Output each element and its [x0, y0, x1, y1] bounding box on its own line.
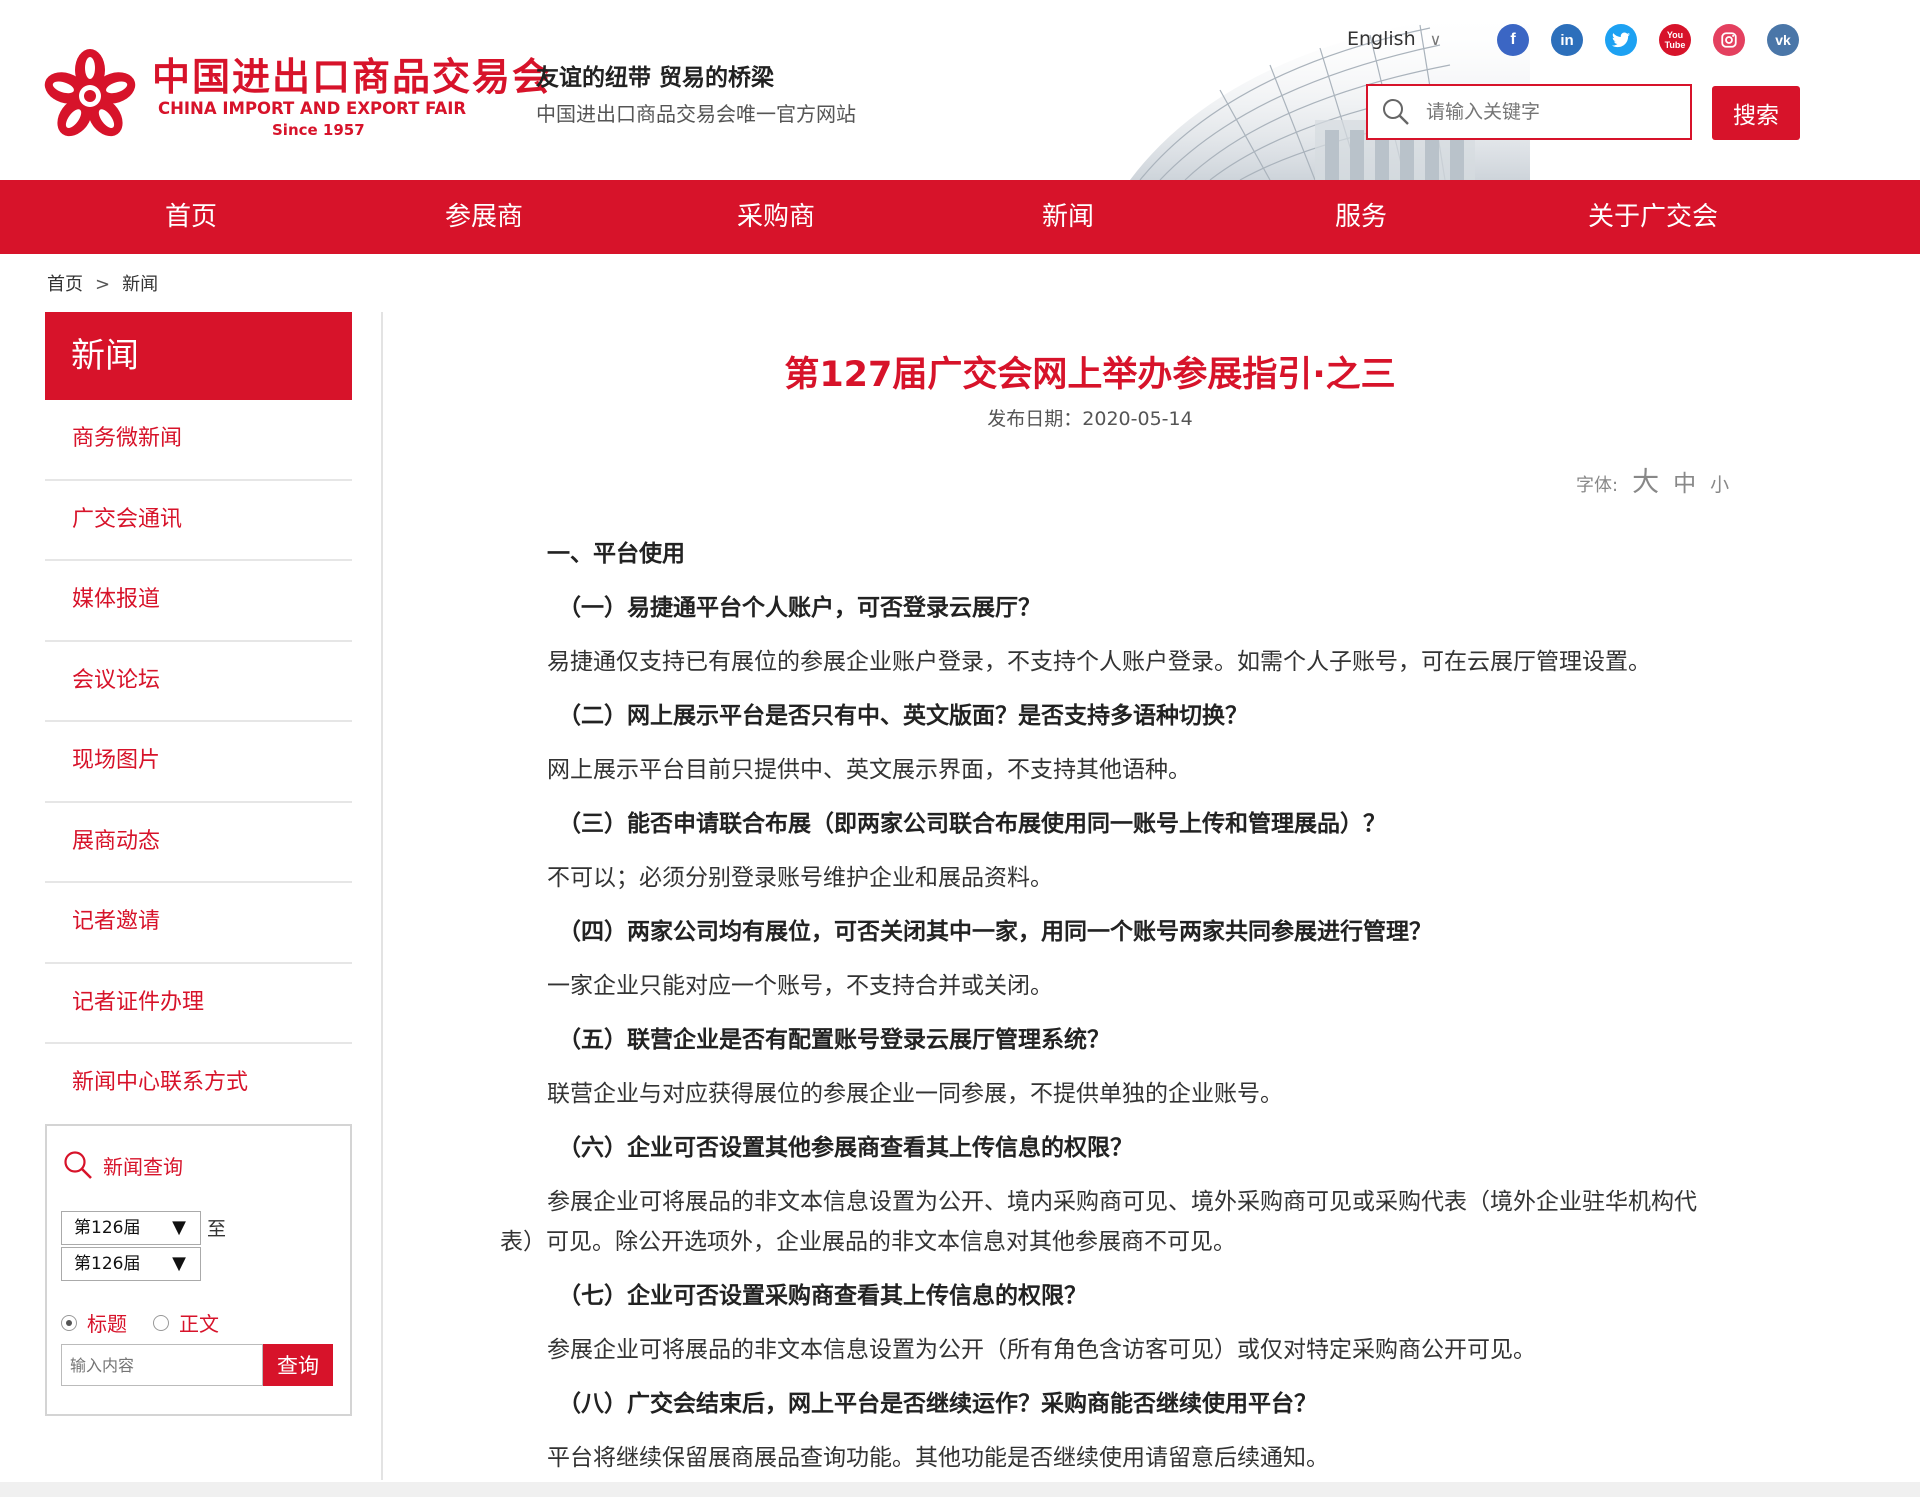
breadcrumb-separator: > [95, 274, 111, 295]
answer: 联营企业与对应获得展位的参展企业一同参展，不提供单独的企业账号。 [547, 1081, 1283, 1107]
site-header: 中国进出口商品交易会 CHINA IMPORT AND EXPORT FAIR … [0, 0, 1920, 180]
news-query-panel: 新闻查询 第126届 ▼ 至 第126届 ▼ 标题 正文 查询 [45, 1124, 352, 1416]
answer: 一家企业只能对应一个账号，不支持合并或关闭。 [547, 973, 1053, 999]
breadcrumb-current[interactable]: 新闻 [122, 274, 158, 295]
session-to-select[interactable]: 第126届 ▼ [61, 1247, 201, 1281]
sidebar-item-business-news[interactable]: 商务微新闻 [45, 400, 352, 481]
news-query-button[interactable]: 查询 [263, 1344, 333, 1386]
nav-about[interactable]: 关于广交会 [1533, 180, 1773, 254]
sidebar-item-exhibitor-news[interactable]: 展商动态 [45, 803, 352, 883]
answer: 不可以；必须分别登录账号维护企业和展品资料。 [547, 865, 1053, 891]
breadcrumb-home[interactable]: 首页 [47, 274, 83, 295]
section-heading: 一、平台使用 [547, 541, 685, 567]
news-query-label: 新闻查询 [103, 1154, 183, 1179]
page-bottom-strip [0, 1482, 1920, 1497]
question: （八）广交会结束后，网上平台是否继续运作？采购商能否继续使用平台？ [558, 1391, 1317, 1417]
article-date: 发布日期：2020-05-14 [987, 408, 1193, 430]
nav-services[interactable]: 服务 [1241, 180, 1481, 254]
font-size-large[interactable]: 大 [1632, 460, 1659, 499]
sidebar-item-fair-newsletter[interactable]: 广交会通讯 [45, 481, 352, 561]
question: （七）企业可否设置采购商查看其上传信息的权限？ [558, 1283, 1087, 1309]
site-subslogan: 中国进出口商品交易会唯一官方网站 [536, 102, 856, 126]
sidebar-item-press-invitation[interactable]: 记者邀请 [45, 883, 352, 964]
question: （五）联营企业是否有配置账号登录云展厅管理系统？ [558, 1027, 1110, 1053]
nav-news[interactable]: 新闻 [948, 180, 1188, 254]
site-search-box [1366, 84, 1692, 140]
answer: 参展企业可将展品的非文本信息设置为公开（所有角色含访客可见）或仅对特定采购商公开… [547, 1337, 1536, 1363]
question: （四）两家公司均有展位，可否关闭其中一家，用同一个账号两家共同参展进行管理？ [558, 919, 1432, 945]
language-selector[interactable]: English ∨ [1347, 28, 1441, 50]
logo-english-name: CHINA IMPORT AND EXPORT FAIR [158, 99, 467, 118]
youtube-icon[interactable]: You Tube [1659, 24, 1691, 56]
social-links: f in You Tube vk [1497, 24, 1799, 56]
content-divider [381, 312, 383, 1480]
sidebar-item-press-credentials[interactable]: 记者证件办理 [45, 964, 352, 1044]
answer: 平台将继续保留展商展品查询功能。其他功能是否继续使用请留意后续通知。 [547, 1445, 1329, 1471]
instagram-icon[interactable] [1713, 24, 1745, 56]
article-title: 第127届广交会网上举办参展指引·之三 [784, 355, 1396, 395]
sidebar-item-media-reports[interactable]: 媒体报道 [45, 561, 352, 642]
radio-title-label: 标题 [87, 1312, 127, 1336]
radio-body-option[interactable]: 正文 [153, 1308, 219, 1337]
facebook-icon[interactable]: f [1497, 24, 1529, 56]
session-to-value: 第126届 [74, 1254, 141, 1274]
font-size-small[interactable]: 小 [1710, 470, 1729, 497]
radio-title-option[interactable]: 标题 [61, 1308, 127, 1337]
nav-home[interactable]: 首页 [71, 180, 311, 254]
radio-body-label: 正文 [179, 1312, 219, 1336]
news-query-input[interactable] [61, 1344, 263, 1386]
search-input[interactable] [1426, 96, 1676, 128]
dropdown-arrow-icon: ▼ [172, 1253, 186, 1274]
question: （三）能否申请联合布展（即两家公司联合布展使用同一账号上传和管理展品）？ [558, 811, 1386, 837]
nav-exhibitors[interactable]: 参展商 [364, 180, 604, 254]
font-size-control: 字体: 大 中 小 [1576, 460, 1729, 499]
nav-buyers[interactable]: 采购商 [656, 180, 896, 254]
logo-chinese-name: 中国进出口商品交易会 [152, 54, 553, 99]
main-nav: 首页 参展商 采购商 新闻 服务 关于广交会 [0, 180, 1920, 254]
answer: 易捷通仅支持已有展位的参展企业账户登录，不支持个人账户登录。如需个人子账号，可在… [547, 649, 1651, 675]
font-size-label: 字体: [1576, 475, 1619, 496]
answer-continuation: 表）可见。除公开选项外，企业展品的非文本信息对其他参展商不可见。 [500, 1229, 1236, 1255]
sidebar-title: 新闻 [45, 312, 352, 400]
range-to-label: 至 [207, 1218, 227, 1240]
question: （六）企业可否设置其他参展商查看其上传信息的权限？ [558, 1135, 1133, 1161]
search-icon [1383, 99, 1409, 125]
sidebar-item-photos[interactable]: 现场图片 [45, 722, 352, 803]
language-label: English [1347, 28, 1416, 50]
dropdown-arrow-icon: ▼ [172, 1217, 186, 1238]
twitter-icon[interactable] [1605, 24, 1637, 56]
sidebar-item-forums[interactable]: 会议论坛 [45, 642, 352, 722]
logo-since: Since 1957 [272, 121, 365, 139]
vk-icon[interactable]: vk [1767, 24, 1799, 56]
canton-flower-logo-icon [44, 49, 136, 137]
canton-fair-logo[interactable]: 中国进出口商品交易会 CHINA IMPORT AND EXPORT FAIR … [42, 44, 550, 144]
search-icon [64, 1151, 92, 1179]
session-from-value: 第126届 [74, 1218, 141, 1238]
session-from-select[interactable]: 第126届 ▼ [61, 1211, 201, 1245]
search-button[interactable]: 搜索 [1712, 86, 1800, 140]
sidebar-item-press-contact[interactable]: 新闻中心联系方式 [45, 1044, 352, 1125]
news-query-title: 新闻查询 [63, 1150, 183, 1180]
answer: 网上展示平台目前只提供中、英文展示界面，不支持其他语种。 [547, 757, 1191, 783]
site-slogan: 友谊的纽带 贸易的桥梁 [536, 65, 775, 91]
radio-checked-icon[interactable] [61, 1314, 77, 1331]
question: （二）网上展示平台是否只有中、英文版面？是否支持多语种切换？ [558, 703, 1248, 729]
chevron-down-icon: ∨ [1429, 30, 1442, 49]
radio-unchecked-icon[interactable] [153, 1314, 169, 1331]
breadcrumb: 首页 > 新闻 [47, 270, 158, 296]
question: （一）易捷通平台个人账户，可否登录云展厅？ [558, 595, 1041, 621]
sidebar-menu: 商务微新闻 广交会通讯 媒体报道 会议论坛 现场图片 展商动态 记者邀请 记者证… [45, 400, 352, 1125]
linkedin-icon[interactable]: in [1551, 24, 1583, 56]
font-size-medium[interactable]: 中 [1673, 464, 1696, 498]
answer: 参展企业可将展品的非文本信息设置为公开、境内采购商可见、境外采购商可见或采购代表… [547, 1189, 1697, 1215]
